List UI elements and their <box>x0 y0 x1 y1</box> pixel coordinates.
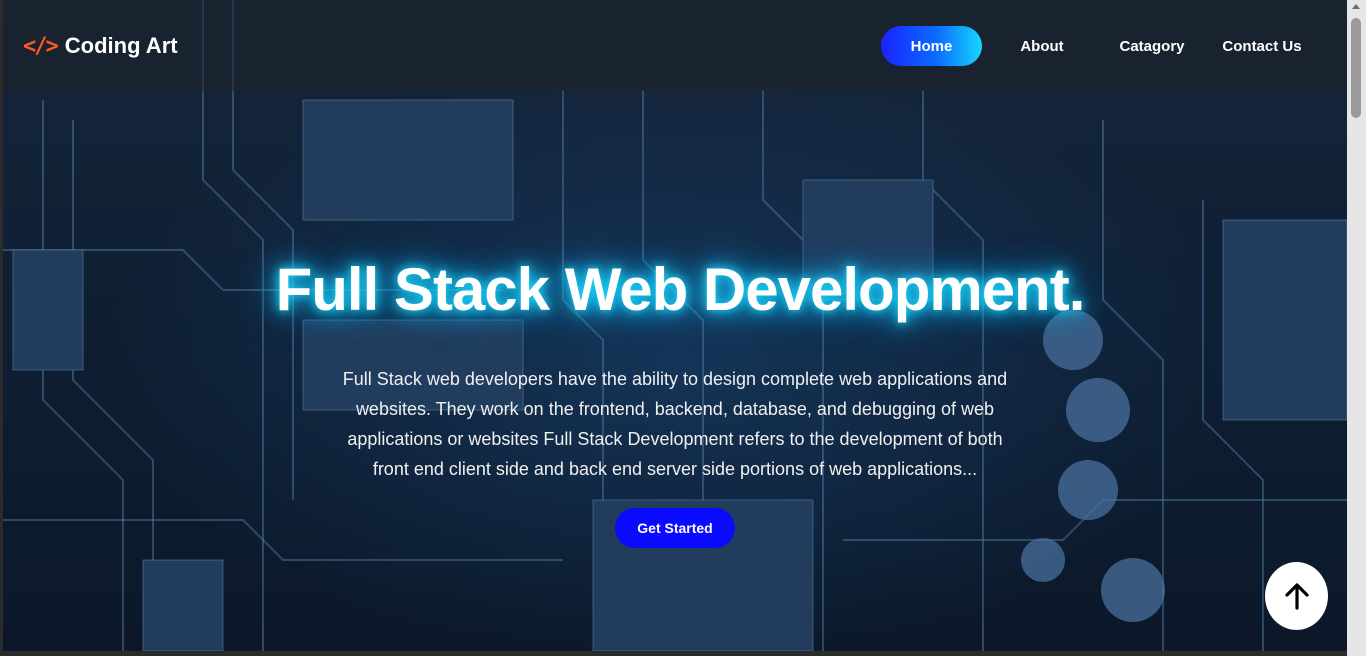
main-nav: Home About Catagory Contact Us <box>881 26 1322 66</box>
nav-home-link[interactable]: Home <box>881 26 982 66</box>
scrollbar-thumb[interactable] <box>1351 18 1361 118</box>
logo-text: Coding Art <box>64 33 178 58</box>
scroll-up-arrow-icon[interactable] <box>1352 4 1360 9</box>
arrow-up-icon <box>1284 583 1309 610</box>
page-scrollbar[interactable] <box>1347 0 1366 656</box>
hero-section: Full Stack Web Development. Full Stack w… <box>3 255 1347 548</box>
hero-description: Full Stack web developers have the abili… <box>342 369 1008 479</box>
logo[interactable]: </> Coding Art <box>23 33 178 59</box>
nav-contact-link[interactable]: Contact Us <box>1202 26 1322 66</box>
scroll-to-top-button[interactable] <box>1265 562 1328 630</box>
hero-title: Full Stack Web Development. <box>275 256 1086 323</box>
nav-catagory-link[interactable]: Catagory <box>1102 26 1202 66</box>
code-icon: </> <box>23 33 59 59</box>
get-started-button[interactable]: Get Started <box>615 508 735 548</box>
nav-about-link[interactable]: About <box>982 26 1102 66</box>
browser-viewport: </> Coding Art Home About Catagory Conta… <box>3 0 1347 651</box>
navbar: </> Coding Art Home About Catagory Conta… <box>3 0 1347 91</box>
